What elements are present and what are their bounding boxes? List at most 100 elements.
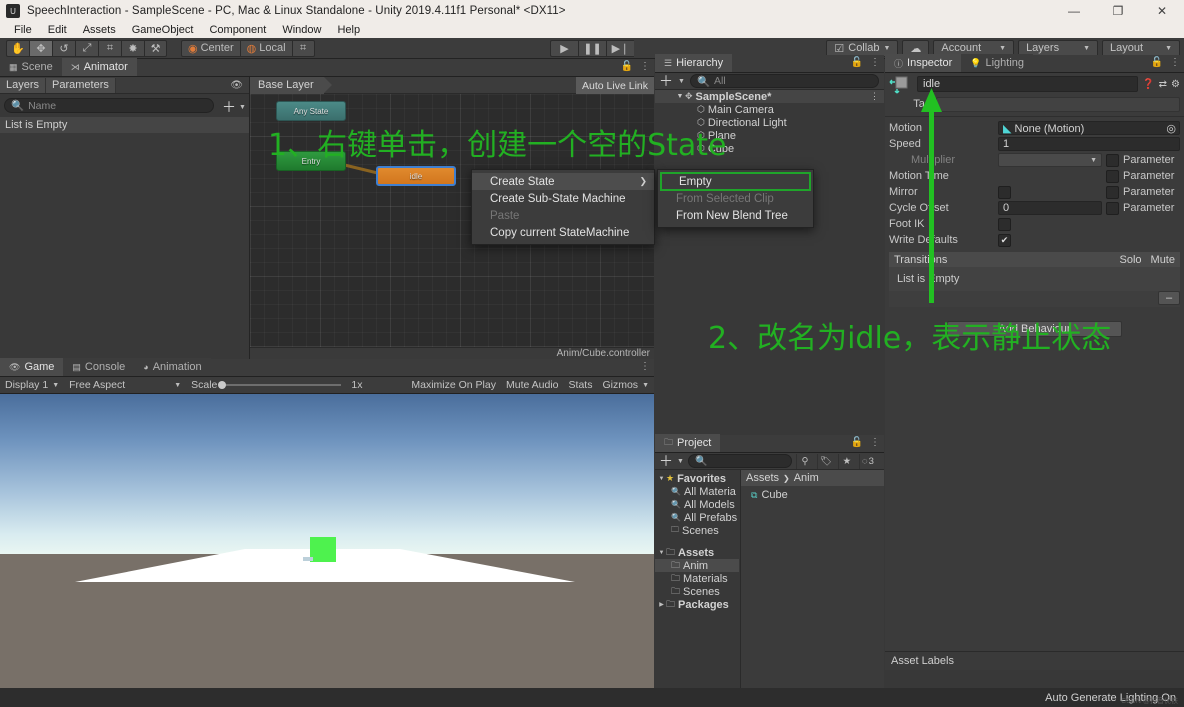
menu-item-window[interactable]: Window bbox=[274, 22, 329, 38]
display-dropdown[interactable]: Display 1 ▼ bbox=[0, 377, 64, 394]
tag-field[interactable] bbox=[936, 97, 1180, 112]
animator-context-menu[interactable]: Create State ❯ Create Sub-State Machine … bbox=[471, 169, 655, 245]
mirror-parameter-checkbox[interactable] bbox=[1106, 186, 1119, 199]
menu-item-gameobject[interactable]: GameObject bbox=[124, 22, 202, 38]
write-defaults-checkbox[interactable]: ✔ bbox=[998, 234, 1011, 247]
menu-item-file[interactable]: File bbox=[6, 22, 40, 38]
gizmos-dropdown[interactable]: Gizmos ▼ bbox=[597, 377, 654, 394]
rotate-tool-icon[interactable]: ↺ bbox=[52, 40, 75, 57]
lock-icon[interactable]: 🔓 bbox=[851, 57, 863, 68]
subtab-layers[interactable]: Layers bbox=[0, 78, 46, 93]
speed-input[interactable]: 1 bbox=[998, 137, 1180, 151]
hierarchy-search-input[interactable]: 🔍 All bbox=[690, 74, 879, 88]
expand-twirl-icon[interactable]: ▼ bbox=[657, 476, 666, 482]
scale-slider-knob[interactable] bbox=[218, 381, 226, 389]
menu-item-edit[interactable]: Edit bbox=[40, 22, 75, 38]
tab-inspector[interactable]: ⓘ Inspector bbox=[885, 54, 961, 72]
parameter-search-input[interactable]: 🔍 Name bbox=[4, 98, 214, 113]
add-parameter-button[interactable]: ＋ ▼ bbox=[222, 97, 246, 117]
preset-icon[interactable]: ⇄ bbox=[1159, 79, 1167, 90]
kebab-menu-icon[interactable]: ⋮ bbox=[1170, 57, 1180, 68]
state-node-entry[interactable]: Entry bbox=[276, 151, 346, 171]
help-icon[interactable]: ❓ bbox=[1142, 79, 1154, 90]
state-node-idle[interactable]: idle bbox=[376, 166, 456, 186]
foot-ik-checkbox[interactable] bbox=[998, 218, 1011, 231]
eye-icon[interactable]: 👁 bbox=[230, 80, 243, 91]
filter-by-label-icon[interactable]: 🏷 bbox=[817, 454, 834, 469]
kebab-menu-icon[interactable]: ⋮ bbox=[640, 61, 650, 72]
transform-tool-icon[interactable]: ✸ bbox=[121, 40, 144, 57]
cycle-offset-input[interactable]: 0 bbox=[998, 201, 1102, 215]
mirror-checkbox[interactable] bbox=[998, 186, 1011, 199]
pivot-rotation-button[interactable]: ◍ Local bbox=[240, 40, 292, 57]
hierarchy-item-main-camera[interactable]: ⬡ Main Camera bbox=[655, 103, 884, 116]
expand-twirl-icon[interactable]: ▼ bbox=[657, 550, 666, 556]
scale-slider-group[interactable]: Scale 1x bbox=[186, 377, 367, 394]
context-menu-item-copy-current-statemachine[interactable]: Copy current StateMachine bbox=[472, 224, 654, 241]
chevron-down-icon[interactable]: ▼ bbox=[678, 78, 685, 85]
remove-transition-button[interactable]: – bbox=[1158, 291, 1180, 305]
auto-live-link-button[interactable]: Auto Live Link bbox=[576, 77, 654, 94]
tab-game[interactable]: 👁 Game bbox=[0, 358, 63, 376]
project-tree-item-materials[interactable]: 🗀 Materials bbox=[655, 572, 739, 585]
project-add-button[interactable]: ＋ bbox=[659, 451, 673, 471]
menu-item-component[interactable]: Component bbox=[201, 22, 274, 38]
layout-button[interactable]: Layout ▼ bbox=[1102, 40, 1180, 57]
kebab-menu-icon[interactable]: ⋮ bbox=[640, 361, 650, 372]
scale-tool-icon[interactable]: ⤢ bbox=[75, 40, 98, 57]
hierarchy-item-cube[interactable]: ⬡ Cube bbox=[655, 142, 884, 155]
tab-scene[interactable]: ▦ Scene bbox=[0, 58, 62, 76]
step-button[interactable]: ▶❘ bbox=[606, 40, 634, 57]
tab-animation[interactable]: ◕ Animation bbox=[134, 358, 210, 376]
hierarchy-item-samplescene[interactable]: ▼ ✥ SampleScene* ⋮ bbox=[655, 90, 884, 103]
hierarchy-add-button[interactable]: ＋ bbox=[659, 71, 673, 91]
kebab-menu-icon[interactable]: ⋮ bbox=[870, 91, 879, 102]
hand-tool-icon[interactable]: ✋ bbox=[6, 40, 29, 57]
menu-item-help[interactable]: Help bbox=[329, 22, 368, 38]
packages-visibility-icon[interactable]: ◌ 3 bbox=[859, 454, 876, 469]
motion-object-field[interactable]: ◣ None (Motion) ◎ bbox=[998, 121, 1180, 135]
kebab-menu-icon[interactable]: ⋮ bbox=[870, 57, 880, 68]
lock-icon[interactable]: 🔓 bbox=[621, 61, 633, 72]
tab-console[interactable]: ▤ Console bbox=[63, 358, 134, 376]
gear-icon[interactable]: ⚙ bbox=[1171, 79, 1180, 90]
expand-twirl-icon[interactable]: ▼ bbox=[675, 93, 685, 100]
tab-animator[interactable]: ⋊ Animator bbox=[62, 58, 137, 76]
breadcrumb-base-layer[interactable]: Base Layer bbox=[250, 77, 324, 94]
project-search-input[interactable]: 🔍 bbox=[688, 454, 792, 468]
project-tree-item-assets[interactable]: ▼ 🗀 Assets bbox=[655, 546, 739, 559]
object-picker-icon[interactable]: ◎ bbox=[1166, 122, 1176, 135]
lock-icon[interactable]: 🔓 bbox=[851, 437, 863, 448]
project-tree-item-favorites[interactable]: ▼ ★ Favorites bbox=[655, 472, 739, 485]
game-view-render[interactable] bbox=[0, 394, 654, 707]
aspect-dropdown[interactable]: Free Aspect ▼ bbox=[64, 377, 186, 394]
mute-audio-toggle[interactable]: Mute Audio bbox=[501, 377, 564, 394]
motion-time-parameter-checkbox[interactable] bbox=[1106, 170, 1119, 183]
multiplier-parameter-checkbox[interactable] bbox=[1106, 154, 1119, 167]
custom-editor-tool-icon[interactable]: ⚒ bbox=[144, 40, 167, 57]
filter-by-type-icon[interactable]: ⚲ bbox=[796, 454, 813, 469]
project-tree-item-all-materials[interactable]: 🔍 All Materia bbox=[655, 485, 739, 498]
project-tree-item-anim[interactable]: 🗀 Anim bbox=[655, 559, 739, 572]
state-node-any-state[interactable]: Any State bbox=[276, 101, 346, 121]
rect-tool-icon[interactable]: ⌗ bbox=[98, 40, 121, 57]
breadcrumb-assets[interactable]: Assets bbox=[746, 472, 779, 484]
breadcrumb-anim[interactable]: Anim bbox=[794, 472, 819, 484]
grid-snap-icon[interactable]: ⌗ bbox=[292, 40, 315, 57]
lock-icon[interactable]: 🔓 bbox=[1151, 57, 1163, 68]
close-button[interactable]: ✕ bbox=[1140, 0, 1184, 22]
hierarchy-item-directional-light[interactable]: ⬡ Directional Light bbox=[655, 116, 884, 129]
tab-project[interactable]: 🗀 Project bbox=[655, 434, 720, 452]
menu-item-assets[interactable]: Assets bbox=[75, 22, 124, 38]
expand-twirl-icon[interactable]: ▶ bbox=[657, 601, 666, 608]
pause-button[interactable]: ❚❚ bbox=[578, 40, 606, 57]
tab-hierarchy[interactable]: ☰ Hierarchy bbox=[655, 54, 732, 72]
scale-slider[interactable] bbox=[221, 384, 341, 386]
move-tool-icon[interactable]: ✥ bbox=[29, 40, 52, 57]
subtab-parameters[interactable]: Parameters bbox=[46, 78, 116, 93]
hierarchy-item-plane[interactable]: ⬡ Plane bbox=[655, 129, 884, 142]
kebab-menu-icon[interactable]: ⋮ bbox=[870, 437, 880, 448]
tab-lighting[interactable]: 💡 Lighting bbox=[961, 54, 1033, 72]
maximize-on-play-toggle[interactable]: Maximize On Play bbox=[406, 377, 501, 394]
context-menu-item-create-sub-state-machine[interactable]: Create Sub-State Machine bbox=[472, 190, 654, 207]
